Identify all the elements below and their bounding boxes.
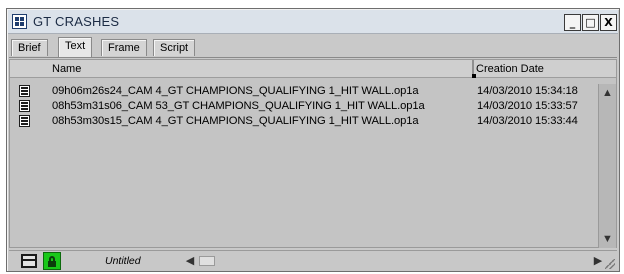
clip-icon [19,85,30,97]
resize-grip-icon[interactable] [605,259,615,269]
row-name: 08h53m30s15_CAM 4_GT CHAMPIONS_QUALIFYIN… [52,115,419,127]
view-name-label[interactable]: Untitled [105,255,141,267]
maximize-button[interactable]: □ [582,14,599,31]
clip-icon [19,115,30,127]
vertical-scrollbar[interactable]: ▲ ▼ [598,84,616,248]
title-bar[interactable]: GT CRASHES _ □ X [8,10,618,34]
status-bar: Untitled ◀ ▶ [9,250,617,271]
lock-icon[interactable] [43,252,61,270]
row-name: 08h53m31s06_CAM 53_GT CHAMPIONS_QUALIFYI… [52,100,425,112]
tab-script[interactable]: Script [153,39,196,56]
view-toggle-icon[interactable] [21,254,37,268]
row-name: 09h06m26s24_CAM 4_GT CHAMPIONS_QUALIFYIN… [52,85,419,97]
column-header-creation-date[interactable]: Creation Date [476,63,544,75]
horizontal-scroll-thumb[interactable] [199,256,215,266]
clip-icon [19,100,30,112]
scroll-up-arrow-icon[interactable]: ▲ [601,86,614,100]
scroll-down-arrow-icon[interactable]: ▼ [601,232,614,246]
bin-content: Name Creation Date 09h06m26s24_CAM 4_GT … [9,59,617,248]
tab-divider [9,57,617,58]
tab-brief[interactable]: Brief [11,39,48,56]
row-creation-date: 14/03/2010 15:33:57 [477,100,578,112]
window-title: GT CRASHES [33,14,120,29]
close-button[interactable]: X [600,14,617,31]
tab-text[interactable]: Text [58,37,93,57]
table-row[interactable]: 08h53m30s15_CAM 4_GT CHAMPIONS_QUALIFYIN… [10,114,598,129]
tab-frame[interactable]: Frame [101,39,147,56]
bin-window: GT CRASHES _ □ X Brief Text Frame Script… [6,8,620,272]
column-header-name[interactable]: Name [52,63,81,75]
scroll-right-arrow-icon[interactable]: ▶ [591,254,605,268]
clip-list: 09h06m26s24_CAM 4_GT CHAMPIONS_QUALIFYIN… [10,84,598,129]
table-row[interactable]: 09h06m26s24_CAM 4_GT CHAMPIONS_QUALIFYIN… [10,84,598,99]
column-header: Name Creation Date [10,60,616,78]
table-row[interactable]: 08h53m31s06_CAM 53_GT CHAMPIONS_QUALIFYI… [10,99,598,114]
minimize-button[interactable]: _ [564,14,581,31]
tab-bar: Brief Text Frame Script [9,36,617,58]
row-creation-date: 14/03/2010 15:34:18 [477,85,578,97]
row-creation-date: 14/03/2010 15:33:44 [477,115,578,127]
bin-icon [12,14,27,29]
scroll-left-arrow-icon[interactable]: ◀ [183,254,197,268]
